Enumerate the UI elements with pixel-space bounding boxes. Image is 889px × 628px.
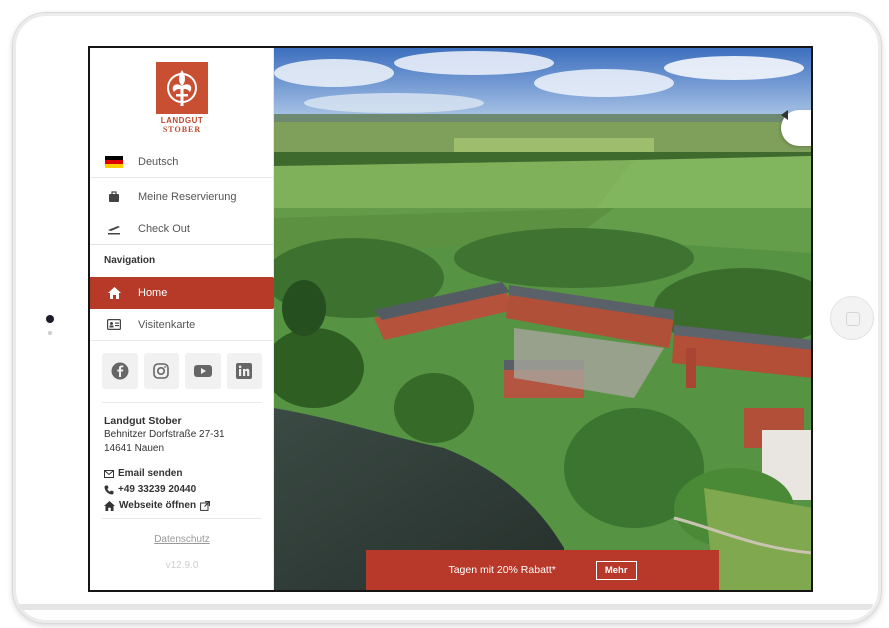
home-icon	[90, 287, 138, 299]
linkedin-icon[interactable]	[226, 353, 262, 389]
contact-links: Email senden +49 33239 20440 Webseite öf…	[104, 466, 210, 514]
tablet-home-button[interactable]	[830, 296, 874, 340]
promo-more-button[interactable]: Mehr	[595, 560, 637, 580]
hero-aerial-image	[274, 48, 811, 590]
sidebar: LANDGUT STOBER Deutsch Meine Reservierun…	[90, 48, 285, 590]
brand-name-line1: LANDGUT	[160, 116, 204, 125]
website-label: Webseite öffnen	[119, 500, 197, 511]
email-link[interactable]: Email senden	[104, 466, 210, 482]
facebook-icon[interactable]	[102, 353, 138, 389]
id-card-icon	[90, 319, 138, 330]
sidebar-item-label: Visitenkarte	[138, 318, 196, 331]
app-version: v12.9.0	[165, 560, 199, 571]
phone-number: +49 33239 20440	[118, 484, 197, 495]
sidebar-item-home[interactable]: Home	[90, 277, 285, 309]
sidebar-item-business-card[interactable]: Visitenkarte	[90, 309, 273, 341]
company-name: Landgut Stober	[104, 415, 182, 427]
home-icon	[104, 501, 115, 511]
german-flag-icon	[90, 155, 138, 168]
brand-name-line2: STOBER	[162, 125, 202, 134]
privacy-link[interactable]: Datenschutz	[90, 534, 274, 545]
language-label: Deutsch	[138, 155, 179, 168]
phone-link[interactable]: +49 33239 20440	[104, 482, 210, 498]
external-link-icon	[200, 501, 210, 511]
envelope-icon	[104, 470, 114, 478]
sidebar-item-label: Meine Reservierung	[138, 191, 237, 203]
app-screen: LANDGUT STOBER Deutsch Meine Reservierun…	[88, 46, 813, 592]
aerial-landscape-illustration	[274, 48, 811, 590]
youtube-icon[interactable]	[185, 353, 221, 389]
street-address: Behnitzer Dorfstraße 27-31	[104, 429, 225, 440]
email-label: Email senden	[118, 468, 183, 479]
navigation-heading: Navigation	[104, 255, 156, 266]
social-links	[102, 353, 262, 389]
website-link[interactable]: Webseite öffnen	[104, 498, 210, 514]
tablet-bottom-edge	[18, 604, 873, 610]
contact-address: Landgut Stober Behnitzer Dorfstraße 27-3…	[104, 414, 269, 456]
promo-text: Tagen mit 20% Rabatt*	[448, 564, 556, 576]
divider	[102, 402, 262, 403]
sidebar-toggle-button[interactable]	[781, 110, 811, 146]
phone-icon	[104, 485, 114, 495]
sidebar-item-label: Check Out	[138, 222, 190, 235]
sidebar-item-reservation[interactable]: Meine Reservierung	[90, 181, 273, 213]
sidebar-item-checkout[interactable]: Check Out	[90, 213, 273, 245]
plane-departure-icon	[90, 223, 138, 235]
brand-logo[interactable]	[156, 62, 208, 114]
instagram-icon[interactable]	[143, 353, 179, 389]
briefcase-icon	[90, 191, 138, 203]
camera-icon	[46, 315, 54, 323]
fleur-de-lis-icon	[167, 70, 197, 106]
language-selector[interactable]: Deutsch	[90, 146, 273, 178]
divider	[102, 518, 262, 519]
promo-banner[interactable]: Tagen mit 20% Rabatt* Mehr	[366, 550, 719, 590]
chevron-left-icon	[781, 110, 788, 120]
sensor-dot	[48, 331, 52, 335]
city-address: 14641 Nauen	[104, 443, 165, 454]
sidebar-item-label: Home	[138, 287, 168, 299]
